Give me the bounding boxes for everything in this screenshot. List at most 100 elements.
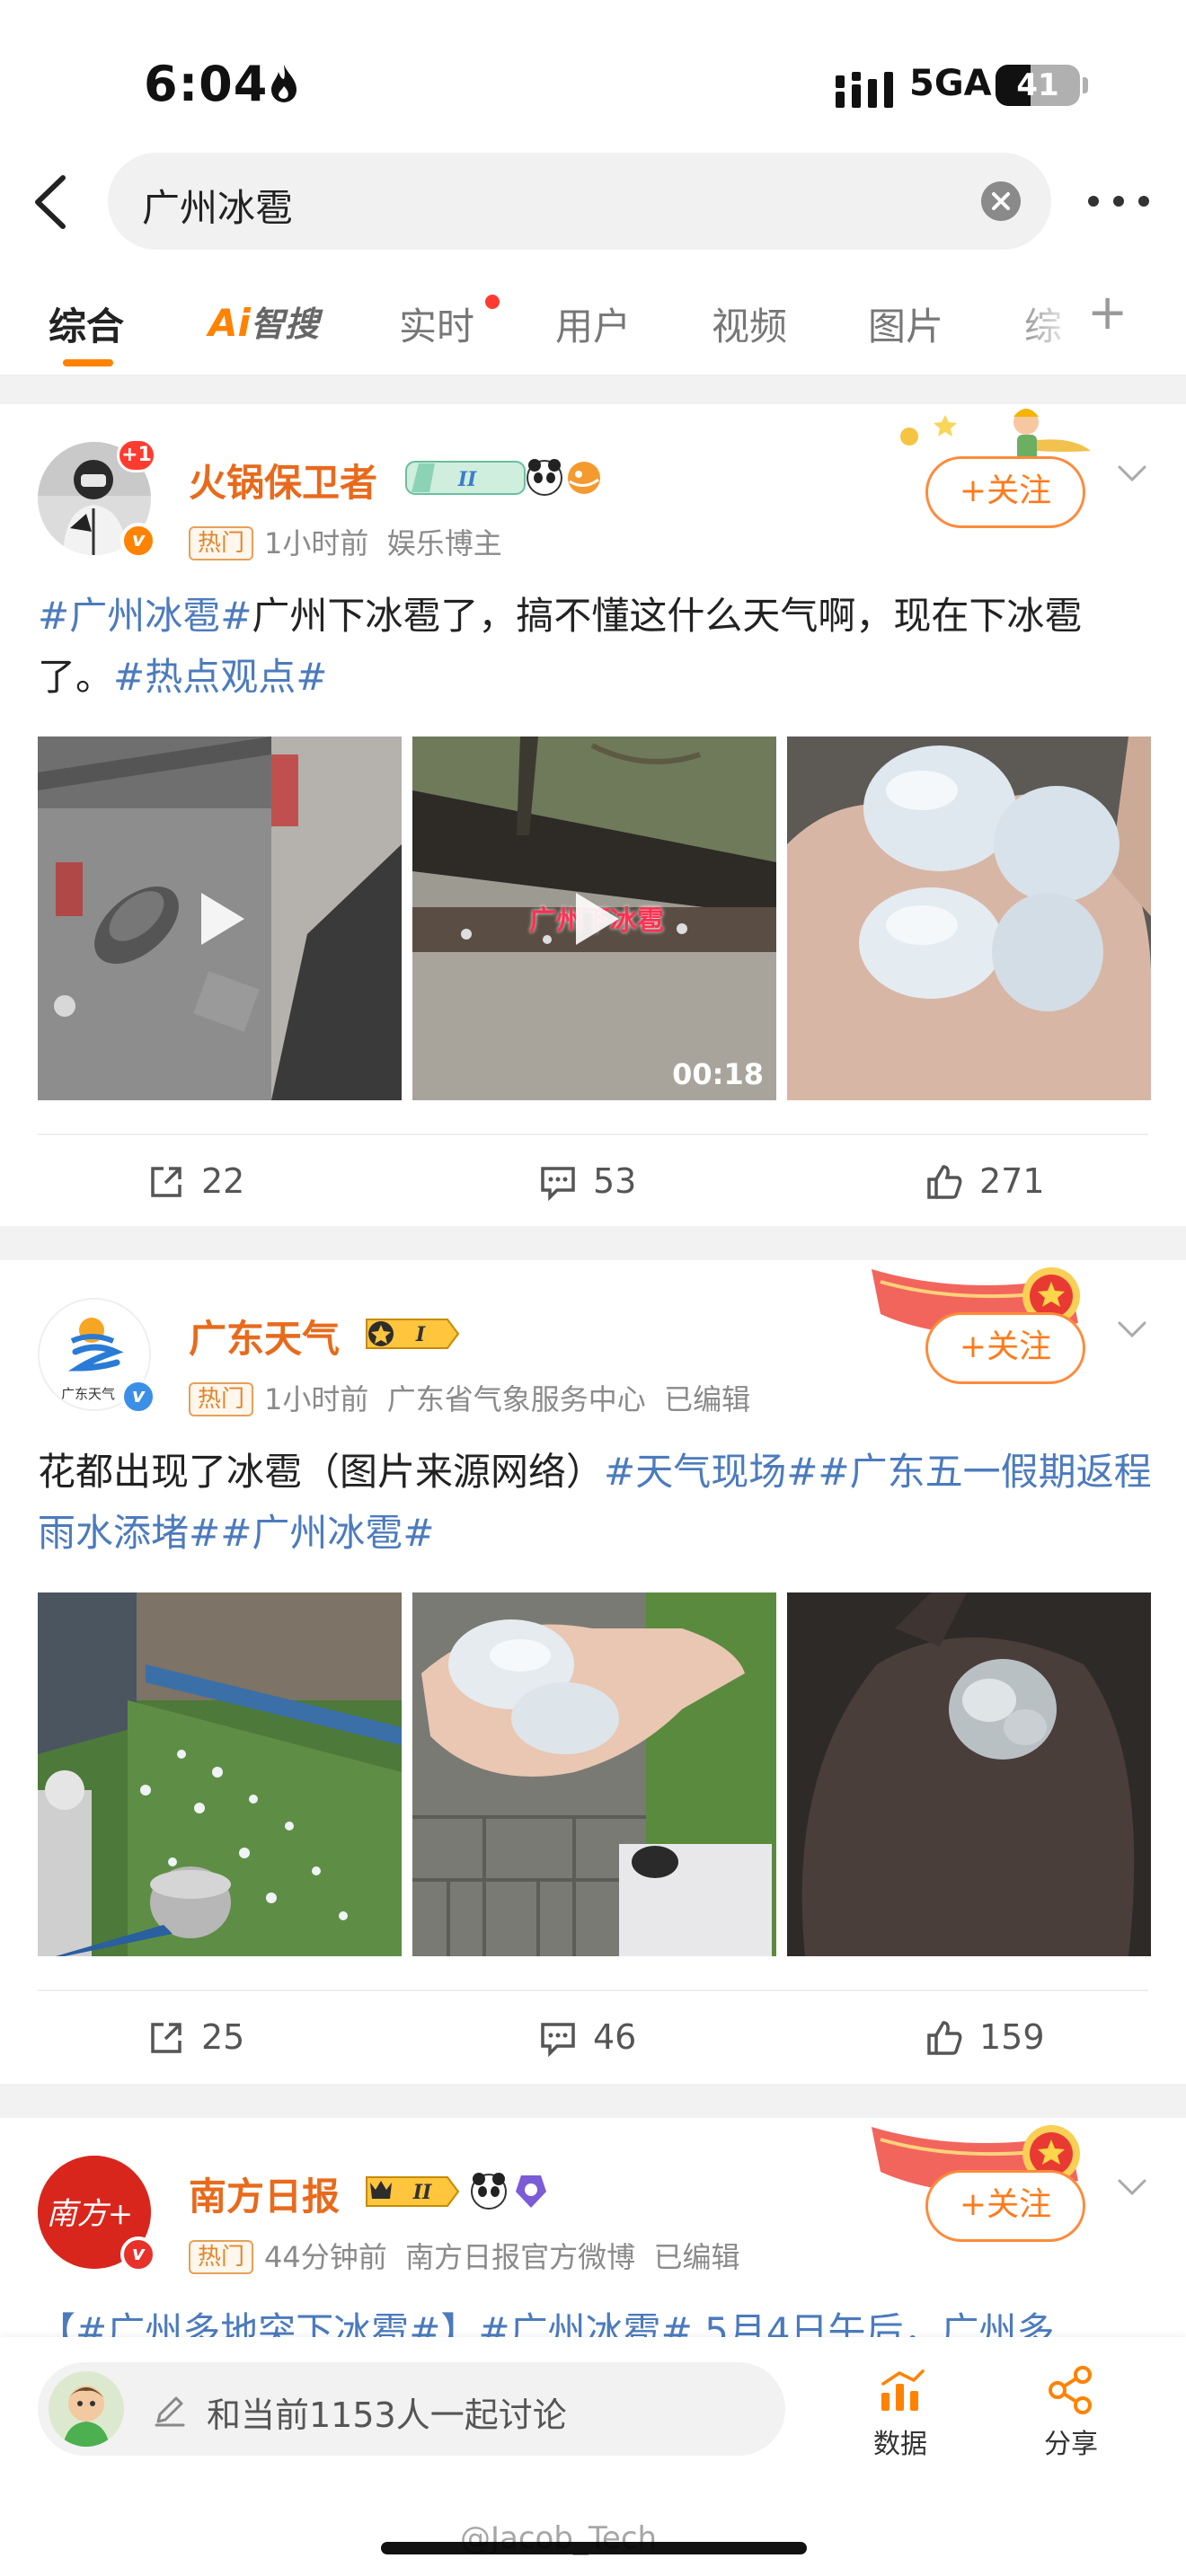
- share-label: 分享: [1044, 2429, 1098, 2460]
- like-icon: [927, 2021, 962, 2055]
- ai-logo: Ai: [208, 301, 251, 345]
- pencil-icon: [155, 2396, 185, 2427]
- post-time: 1小时前: [264, 1382, 369, 1416]
- hot-badge: 热门: [189, 526, 254, 560]
- user-badges-icon: II: [366, 2173, 546, 2210]
- tab-users[interactable]: 用户: [555, 296, 631, 351]
- post-actions: 25 46 159: [0, 1992, 1186, 2082]
- divider: [38, 1989, 1148, 1991]
- discuss-placeholder: 和当前1153人一起讨论: [207, 2395, 567, 2435]
- battery-cap: [1083, 77, 1088, 93]
- post-image[interactable]: [412, 1592, 776, 1956]
- add-tab-icon[interactable]: +: [1087, 284, 1128, 340]
- follow-button[interactable]: +关注: [925, 2170, 1085, 2242]
- share-icon: [1049, 2366, 1092, 2414]
- badge-level-text: I: [415, 1323, 426, 1346]
- edited-label: 已编辑: [664, 1382, 751, 1416]
- post-source: 南方日报官方微博: [405, 2240, 636, 2274]
- verified-badge-icon: v: [120, 1379, 156, 1415]
- search-header: 广州冰雹: [0, 144, 1186, 260]
- video-duration: 00:18: [672, 1057, 764, 1091]
- hail-on-lawn-image: [38, 1592, 402, 1956]
- tab-ai-search[interactable]: Ai智搜: [208, 296, 343, 345]
- post-actions: 22 53 271: [0, 1136, 1186, 1226]
- username[interactable]: 火锅保卫者: [189, 453, 377, 507]
- post-image[interactable]: [787, 1592, 1151, 1956]
- new-content-dot: [485, 295, 500, 309]
- battery-icon: 41: [996, 65, 1080, 106]
- back-arrow-icon[interactable]: [25, 171, 79, 234]
- signal-icon: [836, 72, 893, 108]
- watermark: @Jacob_Tech: [460, 2520, 658, 2556]
- username[interactable]: 广东天气: [189, 1309, 340, 1363]
- repost-icon: [151, 1167, 181, 1197]
- verified-badge-icon: v: [120, 523, 156, 559]
- like-icon: [927, 1165, 962, 1199]
- hot-badge: 热门: [189, 2240, 254, 2274]
- repost-count: 22: [201, 1161, 245, 1201]
- username[interactable]: 南方日报: [189, 2166, 340, 2221]
- hail-in-palm-image: [787, 1592, 1151, 1956]
- avatar-text: 广东天气: [61, 1386, 115, 1402]
- network-type: 5GA: [909, 63, 992, 104]
- tab-realtime[interactable]: 实时: [399, 296, 474, 351]
- like-count: 271: [979, 1161, 1045, 1201]
- post-time: 1小时前: [264, 526, 369, 560]
- share-button[interactable]: 分享: [1017, 2364, 1125, 2463]
- divider: [38, 1134, 1148, 1135]
- chevron-down-icon[interactable]: [1114, 460, 1150, 487]
- hailstones-in-hand-image: [787, 737, 1151, 1100]
- bar-chart-icon: [881, 2369, 925, 2411]
- follow-button[interactable]: +关注: [925, 1312, 1085, 1384]
- post-text: #广州冰雹#广州下冰雹了，搞不懂这什么天气啊，现在下冰雹了。#热点观点#: [38, 586, 1152, 708]
- search-tabs: 综合 Ai智搜 实时 用户 视频 图片 综 +: [0, 260, 1186, 375]
- active-tab-indicator: [63, 359, 113, 366]
- repost-icon: [151, 2023, 181, 2053]
- post-meta: 热门 1小时前 娱乐博主: [189, 521, 502, 562]
- badge-level-text: II: [412, 2181, 432, 2204]
- tab-comprehensive[interactable]: 综合: [49, 296, 124, 351]
- tab-videos[interactable]: 视频: [712, 296, 787, 351]
- post-source: 娱乐博主: [386, 526, 502, 560]
- post-meta: 热门 1小时前 广东省气象服务中心 已编辑: [189, 1377, 750, 1418]
- video-thumbnail[interactable]: [38, 737, 402, 1100]
- media-grid: 广州下冰雹 00:18: [38, 737, 1152, 1100]
- hashtag-link[interactable]: #广州冰雹#: [38, 594, 252, 638]
- post-source: 广东省气象服务中心: [386, 1382, 646, 1416]
- search-input[interactable]: 广州冰雹: [108, 153, 1051, 250]
- post-time: 44分钟前: [264, 2240, 387, 2274]
- chevron-down-icon[interactable]: [1114, 1316, 1150, 1343]
- status-bar: 6:04 5GA 41: [0, 0, 1186, 148]
- post-image[interactable]: [787, 737, 1151, 1100]
- user-badges-icon: I: [366, 1319, 460, 1349]
- battery-level: 41: [1016, 67, 1059, 103]
- data-button[interactable]: 数据: [846, 2364, 954, 2463]
- post-card[interactable]: 广东天气 v 广东天气 I 热门 1小时前 广东省气象服务中心 已编辑 +关注 花…: [0, 1260, 1186, 2084]
- post-body: 花都出现了冰雹（图片来源网络）: [38, 1450, 605, 1494]
- tab-fade: [1024, 287, 1078, 359]
- verified-badge-icon: v: [120, 2236, 156, 2272]
- play-icon[interactable]: [189, 887, 252, 950]
- tab-images[interactable]: 图片: [868, 296, 943, 351]
- post-image[interactable]: [38, 1592, 402, 1956]
- video-thumbnail[interactable]: 广州下冰雹 00:18: [412, 737, 776, 1100]
- play-icon[interactable]: [563, 887, 626, 950]
- my-avatar: [49, 2371, 124, 2447]
- follow-button[interactable]: +关注: [925, 456, 1085, 528]
- discuss-input[interactable]: 和当前1153人一起讨论: [38, 2362, 785, 2456]
- comment-count: 46: [593, 2017, 637, 2057]
- post-card[interactable]: +1 v 火锅保卫者 II 热门 1小时前 娱乐博主 +关注 #广州冰雹#广州下冰…: [0, 404, 1186, 1226]
- more-options-icon[interactable]: [1083, 183, 1155, 219]
- clear-icon[interactable]: [981, 181, 1021, 221]
- hot-badge: 热门: [189, 1382, 254, 1416]
- comment-icon: [541, 1167, 575, 1202]
- hashtag-link[interactable]: #热点观点#: [113, 655, 327, 699]
- comment-count: 53: [593, 1161, 637, 1201]
- post-meta: 热门 44分钟前 南方日报官方微博 已编辑: [189, 2235, 739, 2276]
- avatar-text: 南方+: [47, 2196, 134, 2232]
- repost-count: 25: [201, 2017, 245, 2057]
- comment-icon: [541, 2023, 575, 2058]
- search-query: 广州冰雹: [142, 186, 294, 230]
- chevron-down-icon[interactable]: [1114, 2174, 1150, 2201]
- flame-icon: [271, 65, 296, 102]
